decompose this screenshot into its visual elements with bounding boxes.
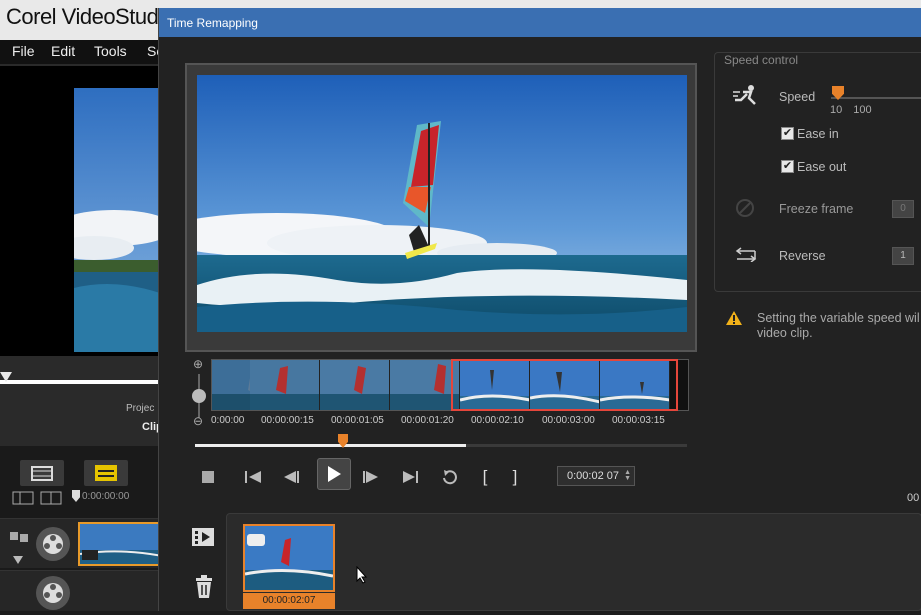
- reverse-input[interactable]: 1: [892, 247, 914, 265]
- dialog-title-bar[interactable]: Time Remapping: [159, 8, 921, 37]
- timeline-time-ruler: 0:00:00:00: [82, 491, 130, 502]
- ease-out-label: Ease out: [797, 160, 847, 174]
- dialog-title: Time Remapping: [167, 16, 258, 30]
- stop-button[interactable]: [199, 466, 217, 488]
- speed-runner-icon: [733, 84, 759, 106]
- mark-in-button[interactable]: [: [477, 466, 493, 488]
- go-to-start-button[interactable]: [243, 466, 263, 488]
- overlay-track: [0, 570, 160, 611]
- preview-image: [197, 75, 687, 332]
- timecode-display[interactable]: 0:00:02 07 ▲ ▼: [557, 466, 635, 486]
- freeze-frame-input[interactable]: 0: [892, 200, 914, 218]
- filmstrip-tick: 0:00:00: [211, 415, 245, 426]
- filmstrip-frame[interactable]: [390, 360, 460, 410]
- right-readout: 00: [907, 492, 920, 504]
- app-scrub-handle[interactable]: [0, 372, 12, 382]
- menu-bar: File Edit Tools Se: [0, 40, 164, 64]
- filmstrip-tick: 00:00:01:05: [331, 415, 384, 426]
- warning-text: Setting the variable speed wil video cli…: [757, 311, 920, 340]
- menu-file[interactable]: File: [12, 43, 35, 59]
- timecode-spinner-icon[interactable]: ▲ ▼: [624, 469, 631, 482]
- warning-icon: [725, 310, 743, 331]
- speed-control-legend: Speed control: [721, 53, 802, 67]
- track-toggle-icon[interactable]: [8, 530, 30, 544]
- zoom-out-icon[interactable]: ⊖: [193, 414, 203, 428]
- overlay-track-reel-icon[interactable]: [36, 576, 70, 610]
- mark-out-button[interactable]: ]: [507, 466, 523, 488]
- filmstrip-tick: 00:00:00:15: [261, 415, 314, 426]
- speed-label: Speed: [779, 90, 816, 104]
- play-button[interactable]: [317, 458, 351, 490]
- bin-clip-time: 00:00:02:07: [243, 593, 335, 609]
- speed-range-labels: 10 100: [830, 104, 872, 116]
- ease-in-label: Ease in: [797, 127, 839, 141]
- bin-clip-thumbnail[interactable]: [243, 524, 335, 592]
- reverse-icon: [735, 246, 757, 263]
- timeline-clip[interactable]: [78, 522, 160, 566]
- filmstrip-selection[interactable]: [451, 359, 678, 411]
- filmstrip-frame[interactable]: [250, 360, 320, 410]
- filmstrip-tick: 00:00:03:00: [542, 415, 595, 426]
- filmstrip-frame[interactable]: [320, 360, 390, 410]
- freeze-frame-icon: [735, 198, 755, 218]
- mouse-cursor-icon: [356, 565, 368, 589]
- filmstrip-tick: 00:00:01:20: [401, 415, 454, 426]
- timecode-value: 0:00:02 07: [567, 470, 619, 482]
- app-preview-image: [74, 88, 160, 352]
- filmstrip-icon[interactable]: [191, 526, 215, 548]
- menu-edit[interactable]: Edit: [51, 43, 75, 59]
- scrub-bar-progress: [195, 444, 466, 447]
- repeat-icon[interactable]: [439, 466, 461, 488]
- reverse-label: Reverse: [779, 249, 826, 263]
- project-label[interactable]: Projec: [126, 403, 154, 414]
- time-remapping-dialog: Time Remapping ⊕ ⊖ 0:00:00 00:00:00:15 0…: [158, 8, 921, 611]
- speed-slider[interactable]: [831, 97, 921, 99]
- app-scrub-bar[interactable]: [0, 380, 160, 384]
- menu-tools[interactable]: Tools: [94, 43, 127, 59]
- filmstrip-tick: 00:00:02:10: [471, 415, 524, 426]
- zoom-slider-handle[interactable]: [192, 389, 206, 403]
- zoom-in-icon[interactable]: ⊕: [193, 357, 203, 371]
- storyboard-view-tab[interactable]: [20, 460, 64, 486]
- ease-in-checkbox[interactable]: ✔: [781, 127, 794, 140]
- video-track-reel-icon[interactable]: [36, 527, 70, 561]
- previous-frame-button[interactable]: [281, 466, 301, 488]
- freeze-frame-label: Freeze frame: [779, 202, 854, 216]
- app-title: Corel VideoStudio: [6, 4, 175, 29]
- preview-frame: [185, 63, 697, 352]
- ease-out-checkbox[interactable]: ✔: [781, 160, 794, 173]
- filmstrip-tick: 00:00:03:15: [612, 415, 665, 426]
- track-manager-icon[interactable]: [12, 491, 34, 505]
- timeline-view-tab[interactable]: [84, 460, 128, 486]
- chapter-icon[interactable]: [40, 491, 62, 505]
- trash-icon[interactable]: [193, 575, 215, 599]
- next-frame-button[interactable]: [361, 466, 381, 488]
- go-to-end-button[interactable]: [401, 466, 421, 488]
